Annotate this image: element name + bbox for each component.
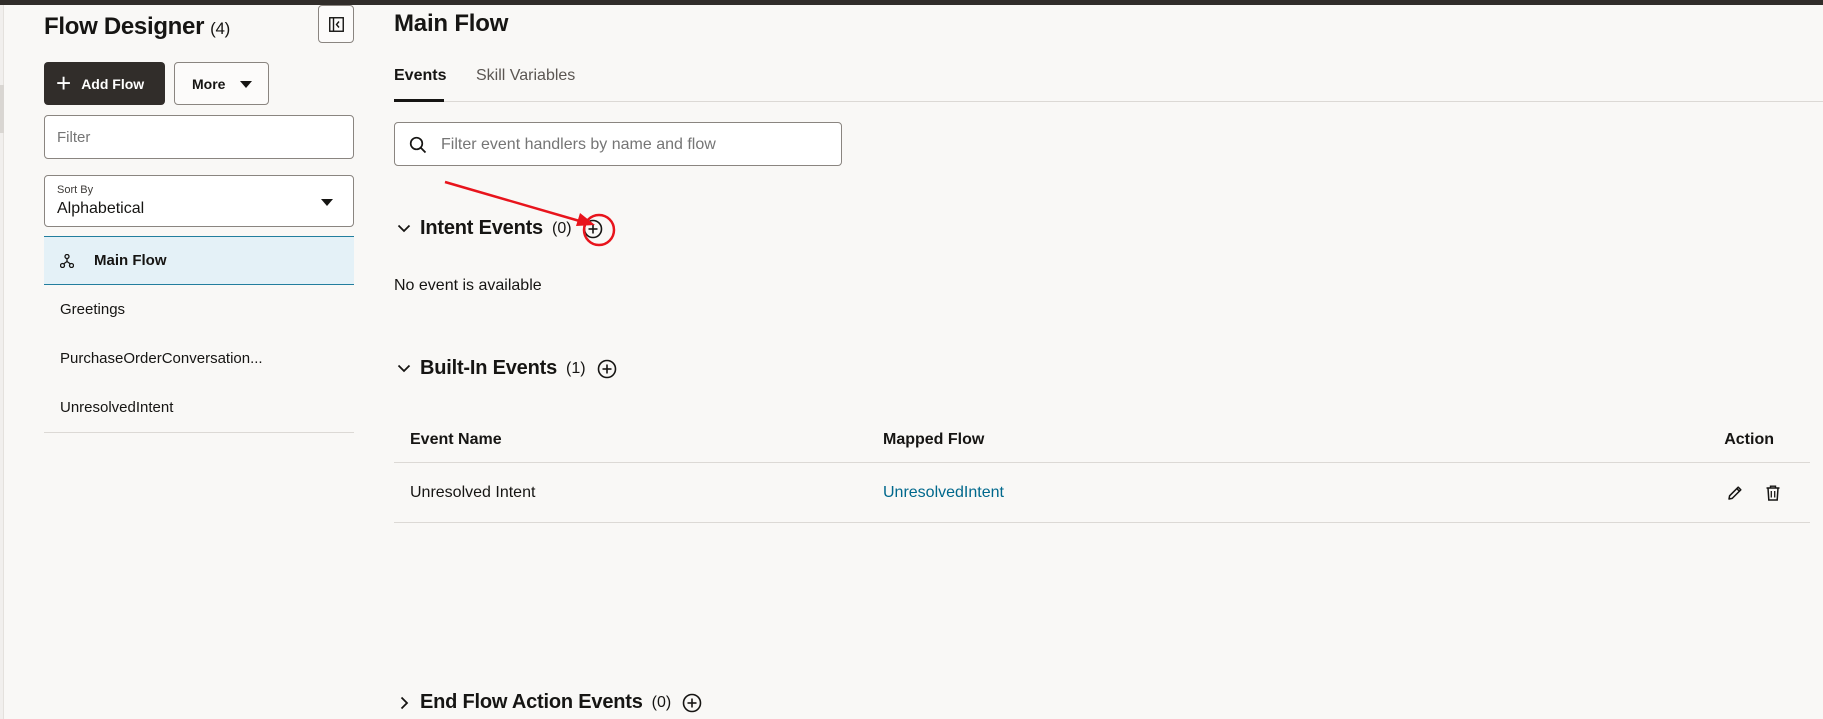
column-header-mapped-flow: Mapped Flow [883,430,985,448]
divider [44,432,354,433]
chevron-down-icon[interactable] [394,219,414,239]
tab-skill-variables[interactable]: Skill Variables [476,67,575,85]
table-row: Unresolved Intent UnresolvedIntent [394,463,1810,523]
column-header-action: Action [1724,430,1774,448]
add-flow-label: Add Flow [81,75,145,92]
filter-flows-input[interactable] [44,115,354,159]
more-button[interactable]: More [174,62,269,105]
sidebar-title-text: Flow Designer [44,13,205,40]
event-search-input[interactable] [441,133,831,157]
flow-item-label: UnresolvedIntent [60,399,174,416]
intent-events-header: Intent Events (0) [394,217,604,240]
table-header: Event Name Mapped Flow Action [394,417,1810,463]
flow-item-label: PurchaseOrderConversation... [60,350,263,367]
flow-item-greetings[interactable]: Greetings [44,285,354,334]
chevron-down-icon[interactable] [394,359,414,379]
chevron-right-icon[interactable] [394,693,414,713]
tab-events[interactable]: Events [394,67,446,85]
collapse-panel-icon [329,17,344,32]
plus-icon: + [56,67,72,98]
sort-by-select[interactable]: Sort By Alphabetical [44,175,354,227]
flow-count: (4) [210,19,231,38]
flow-icon [60,253,80,268]
sidebar-title: Flow Designer (4) [44,13,230,41]
event-search-field[interactable] [394,122,842,166]
add-circle-icon [682,693,702,712]
end-flow-action-events-header: End Flow Action Events (0) [394,691,703,714]
add-flow-button[interactable]: + Add Flow [44,62,165,105]
row-actions [1726,484,1782,502]
more-label: More [192,75,226,92]
main-panel: Main Flow Events Skill Variables Intent … [394,5,1823,719]
delete-icon[interactable] [1764,484,1782,502]
left-rail-handle[interactable] [0,85,4,133]
no-events-message: No event is available [394,277,542,294]
flow-item-unresolved-intent[interactable]: UnresolvedIntent [44,383,354,432]
tab-bar: Events Skill Variables [394,61,1823,102]
add-intent-event-button[interactable] [582,218,604,240]
end-flow-events-title: End Flow Action Events [420,691,643,713]
end-flow-events-count: (0) [651,693,672,711]
active-tab-indicator [394,99,444,102]
flow-item-label: Main Flow [94,252,167,269]
builtin-events-table: Event Name Mapped Flow Action Unresolved… [394,417,1810,523]
edit-icon[interactable] [1726,484,1744,502]
flow-item-label: Greetings [60,301,126,318]
collapse-panel-button[interactable] [318,5,354,43]
intent-events-count: (0) [551,219,572,237]
page-title: Main Flow [394,10,509,37]
left-rail [0,5,4,719]
flow-designer-sidebar: Flow Designer (4) + Add Flow More Sort By… [44,5,354,719]
add-builtin-event-button[interactable] [596,358,618,380]
flow-list: Main Flow Greetings PurchaseOrderConvers… [44,236,354,433]
builtin-events-title: Built-In Events [420,357,558,379]
sort-by-value: Alphabetical [57,200,145,217]
builtin-events-header: Built-In Events (1) [394,357,618,380]
add-circle-icon [597,359,616,378]
column-header-event-name: Event Name [410,430,502,448]
sort-by-label: Sort By [57,184,94,196]
add-circle-icon [583,219,602,238]
search-icon [409,136,427,154]
builtin-events-count: (1) [566,359,586,377]
chevron-down-icon [240,81,252,88]
event-name-cell: Unresolved Intent [410,483,536,501]
flow-item-purchase-order[interactable]: PurchaseOrderConversation... [44,334,354,383]
chevron-down-icon [321,199,333,206]
mapped-flow-link[interactable]: UnresolvedIntent [883,484,1004,502]
flow-item-main-flow[interactable]: Main Flow [44,236,354,285]
add-end-flow-event-button[interactable] [681,692,703,714]
intent-events-title: Intent Events [420,217,543,239]
